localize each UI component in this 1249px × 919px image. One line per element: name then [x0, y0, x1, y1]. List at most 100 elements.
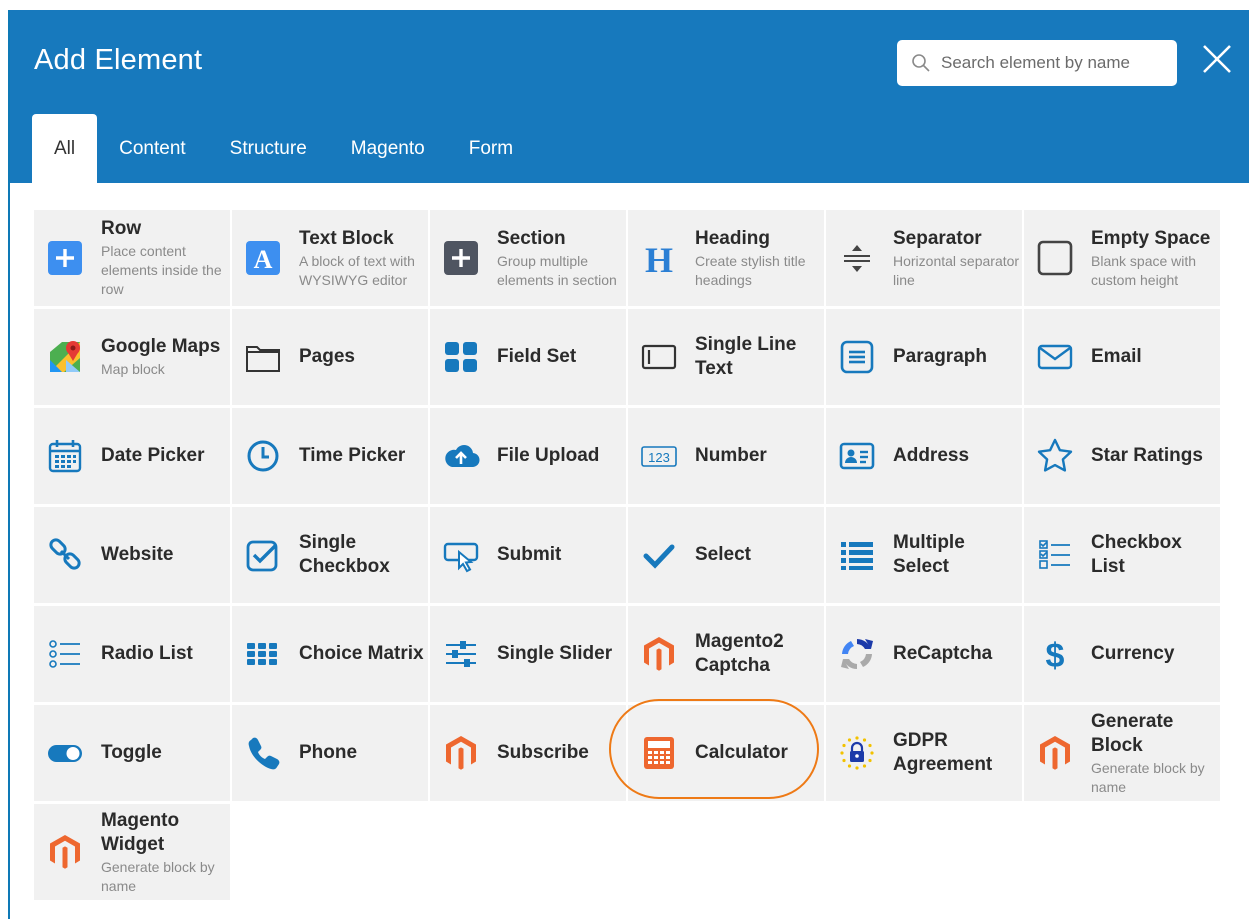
folder-tab-icon: [239, 333, 287, 381]
element-tile-select[interactable]: Select: [628, 507, 824, 603]
clock-icon: [239, 432, 287, 480]
envelope-icon: [1031, 333, 1079, 381]
element-text: Star Ratings: [1091, 444, 1203, 468]
cloud-upload-icon: [437, 432, 485, 480]
element-tile-calculator[interactable]: Calculator: [628, 705, 824, 801]
element-tile-single-checkbox[interactable]: Single Checkbox: [232, 507, 428, 603]
element-tile-heading[interactable]: H Heading Create stylish title headings: [628, 210, 824, 306]
element-name: Subscribe: [497, 742, 589, 763]
calendar-icon: [41, 432, 89, 480]
element-name: GDPR Agreement: [893, 730, 993, 775]
element-text: Time Picker: [299, 444, 405, 468]
paragraph-icon: [833, 333, 881, 381]
element-name: Field Set: [497, 346, 577, 367]
element-tile-field-set[interactable]: Field Set: [430, 309, 626, 405]
element-text: Separator Horizontal separator line: [893, 227, 1021, 290]
element-tile-file-upload[interactable]: File Upload: [430, 408, 626, 504]
element-tile-star-ratings[interactable]: Star Ratings: [1024, 408, 1220, 504]
svg-text:A: A: [254, 245, 273, 274]
element-tile-address[interactable]: Address: [826, 408, 1022, 504]
element-tile-checkbox-list[interactable]: Checkbox List: [1024, 507, 1220, 603]
element-tile-paragraph[interactable]: Paragraph: [826, 309, 1022, 405]
element-name: Magento2 Captcha: [695, 631, 784, 676]
element-name: Address: [893, 445, 970, 466]
element-text: Single Line Text: [695, 333, 823, 381]
plus-dark-icon: [437, 234, 485, 282]
element-tile-magento-widget[interactable]: Magento Widget Generate block by name: [34, 804, 230, 900]
element-text: Magento2 Captcha: [695, 630, 823, 678]
tab-form[interactable]: Form: [447, 114, 535, 183]
element-tile-number[interactable]: 123 Number: [628, 408, 824, 504]
element-name: Date Picker: [101, 445, 205, 466]
element-tile-choice-matrix[interactable]: Choice Matrix: [232, 606, 428, 702]
element-text: Phone: [299, 741, 357, 765]
element-text: Section Group multiple elements in sectio…: [497, 227, 625, 290]
element-text: Subscribe: [497, 741, 589, 765]
element-description: Map block: [101, 361, 165, 377]
element-name: Row: [101, 218, 142, 239]
submit-cursor-icon: [437, 531, 485, 579]
element-name: Select: [695, 544, 751, 565]
element-tile-section[interactable]: Section Group multiple elements in sectio…: [430, 210, 626, 306]
element-tile-subscribe[interactable]: Subscribe: [430, 705, 626, 801]
element-tile-google-maps[interactable]: Google Maps Map block: [34, 309, 230, 405]
element-tile-magento2-captcha[interactable]: Magento2 Captcha: [628, 606, 824, 702]
element-tile-multiple-select[interactable]: Multiple Select: [826, 507, 1022, 603]
element-name: File Upload: [497, 445, 600, 466]
element-text: File Upload: [497, 444, 599, 468]
element-tile-pages[interactable]: Pages: [232, 309, 428, 405]
element-name: Radio List: [101, 643, 193, 664]
element-tile-toggle[interactable]: Toggle: [34, 705, 230, 801]
element-tile-currency[interactable]: $ Currency: [1024, 606, 1220, 702]
element-text: Select: [695, 543, 751, 567]
element-text: Email: [1091, 345, 1142, 369]
svg-text:$: $: [1046, 637, 1065, 673]
element-tile-gdpr-agreement[interactable]: GDPR Agreement: [826, 705, 1022, 801]
element-tile-time-picker[interactable]: Time Picker: [232, 408, 428, 504]
element-tile-empty-space[interactable]: Empty Space Blank space with custom heigh…: [1024, 210, 1220, 306]
element-tile-text-block[interactable]: A Text Block A block of text with WYSIWYG …: [232, 210, 428, 306]
heading-h-icon: H: [635, 234, 683, 282]
element-name: Empty Space: [1091, 227, 1211, 249]
element-text: Empty Space Blank space with custom heigh…: [1091, 227, 1219, 290]
sliders-icon: [437, 630, 485, 678]
element-tile-submit[interactable]: Submit: [430, 507, 626, 603]
element-text: Date Picker: [101, 444, 205, 468]
search-box[interactable]: [897, 40, 1177, 86]
element-description: A block of text with WYSIWYG editor: [299, 252, 415, 288]
element-name: Single Checkbox: [299, 532, 390, 577]
element-name: Section: [497, 227, 566, 249]
element-tile-phone[interactable]: Phone: [232, 705, 428, 801]
element-tile-email[interactable]: Email: [1024, 309, 1220, 405]
close-icon[interactable]: [1200, 42, 1234, 76]
element-tile-generate-block[interactable]: Generate Block Generate block by name: [1024, 705, 1220, 801]
element-tile-website[interactable]: Website: [34, 507, 230, 603]
tab-content[interactable]: Content: [97, 114, 208, 183]
element-name: Magento Widget: [101, 809, 180, 855]
element-name: Checkbox List: [1091, 532, 1182, 577]
element-description: Generate block by name: [1091, 759, 1205, 795]
element-name: Submit: [497, 544, 562, 565]
element-tile-single-line-text[interactable]: Single Line Text: [628, 309, 824, 405]
tab-structure[interactable]: Structure: [208, 114, 329, 183]
tab-all[interactable]: All: [32, 114, 98, 183]
element-name: Choice Matrix: [299, 643, 424, 664]
element-text: Website: [101, 543, 174, 567]
element-tile-recaptcha[interactable]: ReCaptcha: [826, 606, 1022, 702]
element-text: Row Place content elements inside the row: [101, 217, 229, 299]
recaptcha-icon: [833, 630, 881, 678]
element-name: Single Slider: [497, 643, 613, 664]
element-text: Currency: [1091, 642, 1174, 666]
element-tile-radio-list[interactable]: Radio List: [34, 606, 230, 702]
element-name: Phone: [299, 742, 358, 763]
svg-text:123: 123: [648, 450, 670, 465]
tab-magento[interactable]: Magento: [329, 114, 447, 183]
search-input[interactable]: [941, 53, 1151, 73]
element-tile-single-slider[interactable]: Single Slider: [430, 606, 626, 702]
element-name: Google Maps: [101, 336, 221, 357]
element-tile-row[interactable]: Row Place content elements inside the row: [34, 210, 230, 306]
element-tile-date-picker[interactable]: Date Picker: [34, 408, 230, 504]
element-name: Pages: [299, 346, 355, 367]
element-tile-separator[interactable]: Separator Horizontal separator line: [826, 210, 1022, 306]
element-name: Generate Block: [1091, 710, 1174, 756]
